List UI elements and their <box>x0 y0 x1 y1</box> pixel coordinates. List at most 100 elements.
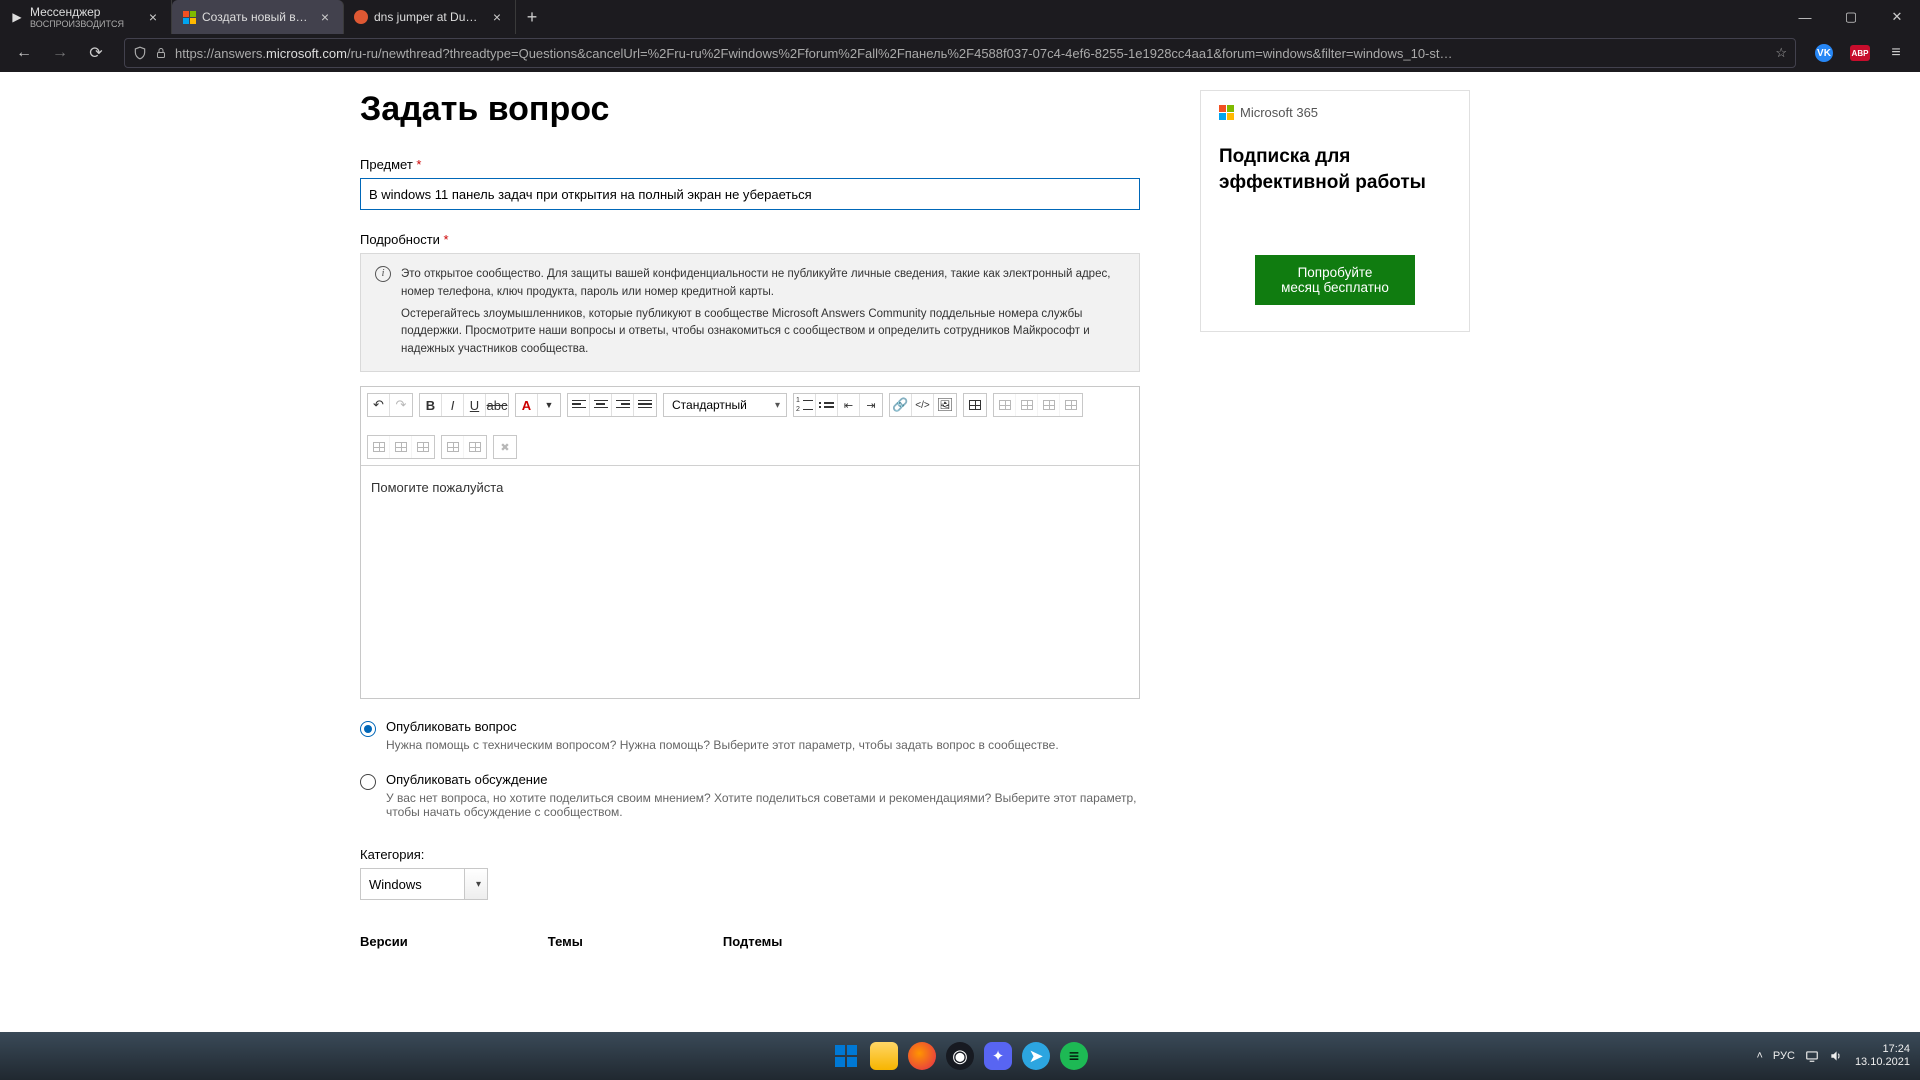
redo-button[interactable]: ↷ <box>390 394 412 416</box>
close-icon[interactable]: × <box>145 9 161 25</box>
table-del-button <box>1060 394 1082 416</box>
col-topics: Темы <box>548 934 583 949</box>
align-left-button[interactable] <box>568 394 590 416</box>
steam-icon[interactable]: ◉ <box>946 1042 974 1070</box>
tab-title: dns jumper at DuckDuckGo <box>374 10 483 24</box>
image-button[interactable]: 🖼 <box>934 394 956 416</box>
strike-button[interactable]: abc <box>486 394 508 416</box>
outdent-button[interactable]: ⇤ <box>838 394 860 416</box>
app-menu[interactable]: ≡ <box>1880 37 1912 69</box>
format-select[interactable]: Стандартный <box>663 393 787 417</box>
table-col-button <box>1016 394 1038 416</box>
table-row-button <box>994 394 1016 416</box>
network-icon[interactable] <box>1805 1049 1819 1063</box>
table-button[interactable] <box>964 394 986 416</box>
italic-button[interactable]: I <box>442 394 464 416</box>
tab-duckduckgo[interactable]: dns jumper at DuckDuckGo × <box>344 0 516 34</box>
language-indicator[interactable]: РУС <box>1773 1050 1795 1062</box>
play-icon: ▶ <box>10 10 24 24</box>
promo-cta-button[interactable]: Попробуйте месяц бесплатно <box>1255 255 1415 305</box>
page-content: Задать вопрос Предмет * Подробности * i … <box>0 72 1920 1032</box>
ms-icon <box>182 10 196 24</box>
clock-time[interactable]: 17:24 <box>1855 1043 1910 1056</box>
info-icon: i <box>375 266 391 282</box>
nav-back[interactable]: ← <box>8 37 40 69</box>
discord-icon[interactable]: ✦ <box>984 1042 1012 1070</box>
table-cell-button <box>1038 394 1060 416</box>
browser-tab-strip: ▶ Мессенджер ВОСПРОИЗВОДИТСЯ × Создать н… <box>0 0 1920 34</box>
category-select[interactable]: Windows <box>360 868 488 900</box>
del-row-button <box>442 436 464 458</box>
nav-forward[interactable]: → <box>44 37 76 69</box>
col-subtopics: Подтемы <box>723 934 783 949</box>
telegram-icon[interactable]: ➤ <box>1022 1042 1050 1070</box>
promo-headline: Подписка для эффективной работы <box>1219 144 1451 195</box>
editor-body[interactable]: Помогите пожалуйста <box>361 466 1139 698</box>
unordered-list-button[interactable] <box>816 394 838 416</box>
radio-desc: У вас нет вопроса, но хотите поделиться … <box>386 791 1140 819</box>
radio-icon[interactable] <box>360 774 376 790</box>
split-v-button <box>412 436 434 458</box>
text-color-button[interactable]: A <box>516 394 538 416</box>
align-center-button[interactable] <box>590 394 612 416</box>
post-type-question[interactable]: Опубликовать вопрос Нужна помощь с техни… <box>360 719 1140 752</box>
text-color-dropdown[interactable]: ▼ <box>538 394 560 416</box>
volume-icon[interactable] <box>1829 1049 1843 1063</box>
bold-button[interactable]: B <box>420 394 442 416</box>
tray-chevron-icon[interactable]: ˄ <box>1756 1050 1762 1062</box>
address-bar[interactable]: https://answers.microsoft.com/ru-ru/newt… <box>124 38 1796 68</box>
clear-format-button: ✖ <box>494 436 516 458</box>
indent-button[interactable]: ⇥ <box>860 394 882 416</box>
align-right-button[interactable] <box>612 394 634 416</box>
category-label: Категория: <box>360 847 1140 862</box>
subject-input[interactable] <box>360 178 1140 210</box>
link-button[interactable]: 🔗 <box>890 394 912 416</box>
clock-date[interactable]: 13.10.2021 <box>1855 1056 1910 1069</box>
col-versions: Версии <box>360 934 408 949</box>
merge-button <box>368 436 390 458</box>
tab-subtitle: ВОСПРОИЗВОДИТСЯ <box>30 19 139 29</box>
radio-label: Опубликовать вопрос <box>386 719 1059 734</box>
explorer-icon[interactable] <box>870 1042 898 1070</box>
spotify-icon[interactable]: ≡ <box>1060 1042 1088 1070</box>
radio-label: Опубликовать обсуждение <box>386 772 1140 787</box>
nav-reload[interactable]: ⟳ <box>80 37 112 69</box>
post-type-discussion[interactable]: Опубликовать обсуждение У вас нет вопрос… <box>360 772 1140 819</box>
bookmark-icon[interactable]: ☆ <box>1775 45 1787 61</box>
code-button[interactable]: </> <box>912 394 934 416</box>
close-icon[interactable]: × <box>489 9 505 25</box>
tab-title: Мессенджер <box>30 5 100 19</box>
underline-button[interactable]: U <box>464 394 486 416</box>
undo-button[interactable]: ↶ <box>368 394 390 416</box>
ddg-icon <box>354 10 368 24</box>
tab-messenger[interactable]: ▶ Мессенджер ВОСПРОИЗВОДИТСЯ × <box>0 0 172 34</box>
tab-ms-answers[interactable]: Создать новый вопрос или н… × <box>172 0 344 34</box>
split-h-button <box>390 436 412 458</box>
page-title: Задать вопрос <box>360 90 1140 129</box>
radio-icon[interactable] <box>360 721 376 737</box>
ordered-list-button[interactable]: 12 <box>794 394 816 416</box>
browser-toolbar: ← → ⟳ https://answers.microsoft.com/ru-r… <box>0 34 1920 72</box>
rich-text-editor: ↶ ↷ B I U abc A ▼ <box>360 386 1140 699</box>
tab-title: Создать новый вопрос или н… <box>202 10 311 24</box>
firefox-icon[interactable] <box>908 1042 936 1070</box>
close-icon[interactable]: × <box>317 9 333 25</box>
privacy-info-box: i Это открытое сообщество. Для защиты ва… <box>360 253 1140 372</box>
new-tab-button[interactable]: + <box>516 0 548 34</box>
window-close[interactable]: ✕ <box>1874 0 1920 34</box>
info-text-1: Это открытое сообщество. Для защиты ваше… <box>401 266 1125 302</box>
ms365-promo-card: Microsoft 365 Подписка для эффективной р… <box>1200 90 1470 332</box>
shield-icon[interactable] <box>133 46 147 60</box>
subject-label: Предмет * <box>360 157 1140 172</box>
lock-icon[interactable] <box>155 47 167 59</box>
details-label: Подробности * <box>360 232 1140 247</box>
align-justify-button[interactable] <box>634 394 656 416</box>
window-minimize[interactable]: — <box>1782 0 1828 34</box>
ext-abp-icon[interactable]: ABP <box>1844 37 1876 69</box>
ext-vk-icon[interactable]: VK <box>1808 37 1840 69</box>
url-text: https://answers.microsoft.com/ru-ru/newt… <box>175 46 1767 61</box>
window-maximize[interactable]: ▢ <box>1828 0 1874 34</box>
start-button[interactable] <box>832 1042 860 1070</box>
radio-desc: Нужна помощь с техническим вопросом? Нуж… <box>386 738 1059 752</box>
del-col-button <box>464 436 486 458</box>
